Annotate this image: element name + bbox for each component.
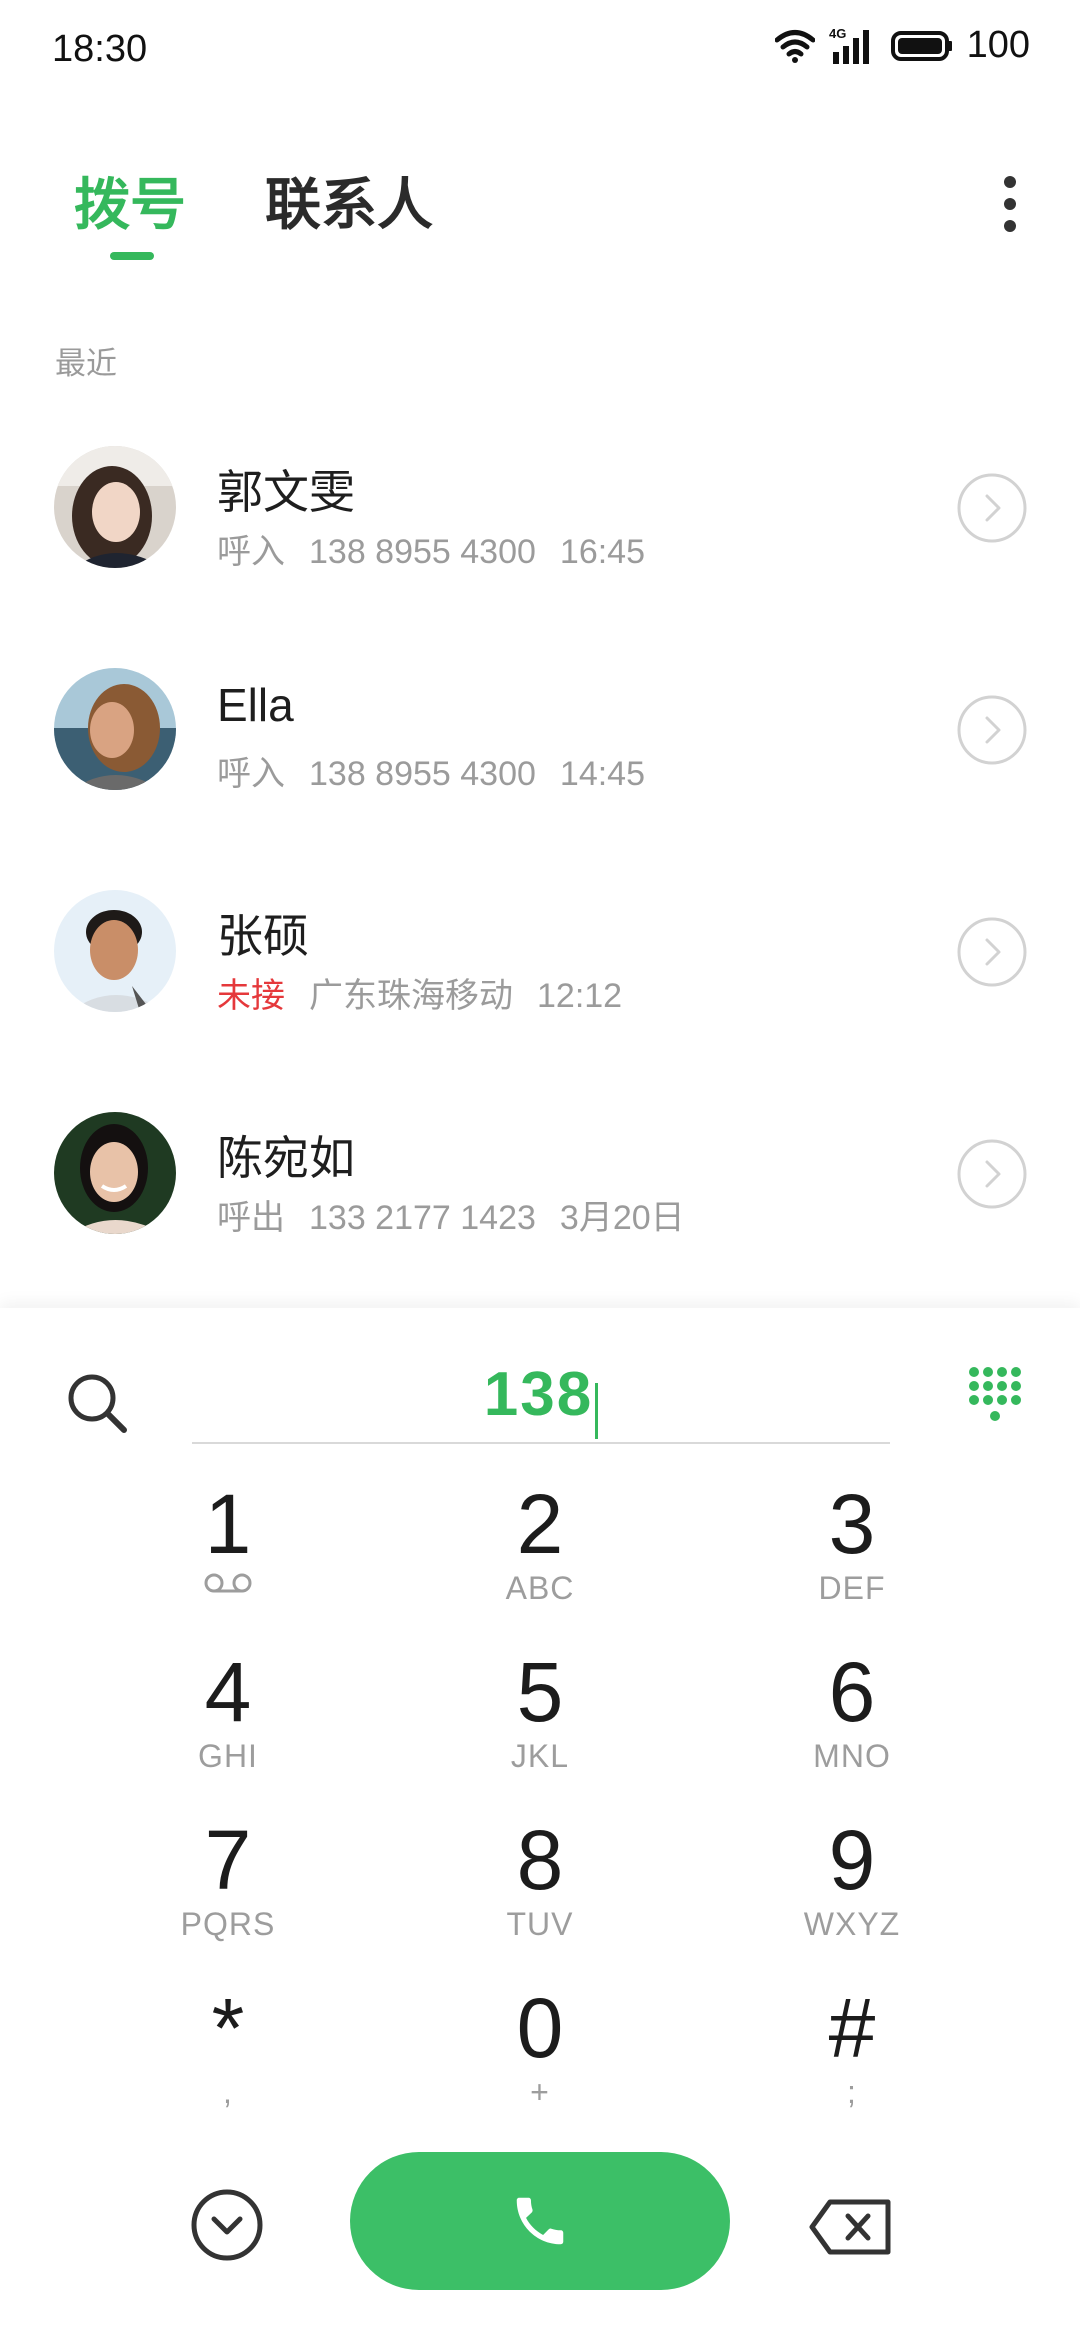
avatar	[54, 668, 176, 790]
key-hash[interactable]: # ;	[757, 1980, 947, 2148]
contact-name: 陈宛如	[217, 1132, 355, 1184]
key-digit: 2	[516, 1477, 564, 1571]
key-9[interactable]: 9 WXYZ	[757, 1812, 947, 1980]
backspace-icon[interactable]	[808, 2198, 892, 2256]
network-type: 4G	[829, 26, 846, 41]
avatar	[54, 1112, 176, 1234]
collapse-icon[interactable]	[190, 2188, 264, 2262]
call-detail: 138 8955 4300	[309, 755, 536, 793]
contact-name: Ella	[217, 679, 294, 731]
more-vert-icon	[1004, 176, 1016, 232]
key-0[interactable]: 0 +	[445, 1980, 635, 2148]
key-digit: *	[211, 1981, 245, 2075]
status-icons: 4G 100	[774, 24, 1030, 67]
wifi-icon	[774, 29, 815, 63]
key-digit: 9	[828, 1813, 876, 1907]
chevron-right-circle-icon[interactable]	[956, 472, 1028, 544]
key-letters: ,	[223, 2074, 233, 2110]
key-7[interactable]: 7 PQRS	[133, 1812, 323, 1980]
more-button[interactable]	[980, 164, 1040, 244]
call-type: 呼出	[217, 1199, 285, 1237]
dial-number-input[interactable]: 138	[192, 1350, 890, 1444]
key-digit: 7	[204, 1813, 252, 1907]
status-time: 18:30	[52, 28, 148, 70]
key-3[interactable]: 3 DEF	[757, 1476, 947, 1644]
call-type: 呼入	[217, 755, 285, 793]
key-letters: TUV	[506, 1906, 574, 1942]
recent-call-item[interactable]: 张硕 未接 广东珠海移动 12:12	[0, 864, 1080, 1086]
text-caret	[595, 1382, 599, 1439]
key-digit: 6	[828, 1645, 876, 1739]
key-4[interactable]: 4 GHI	[133, 1644, 323, 1812]
top-tabs: 拨号 联系人	[0, 150, 1080, 270]
recent-calls-list: 郭文雯 呼入 138 8955 4300 16:45 Ella 呼入 138 8955…	[0, 420, 1080, 1308]
tab-indicator	[110, 252, 154, 260]
call-detail: 133 2177 1423	[309, 1199, 536, 1237]
signal-icon: 4G	[829, 26, 869, 64]
call-type-missed: 未接	[217, 977, 285, 1015]
key-digit: 0	[516, 1981, 564, 2075]
key-letters: JKL	[510, 1738, 570, 1774]
battery-icon	[890, 30, 952, 61]
key-digit: 8	[516, 1813, 564, 1907]
chevron-right-circle-icon[interactable]	[956, 1138, 1028, 1210]
avatar	[54, 890, 176, 1012]
phone-icon	[516, 2197, 564, 2245]
key-digit: 1	[204, 1477, 252, 1571]
key-8[interactable]: 8 TUV	[445, 1798, 635, 1984]
recent-call-item[interactable]: 郭文雯 呼入 138 8955 4300 16:45	[0, 420, 1080, 642]
call-info: 呼入 138 8955 4300 16:45	[217, 524, 669, 573]
dialpad-icon[interactable]	[966, 1364, 1022, 1424]
dial-number: 138	[483, 1360, 594, 1429]
chevron-right-circle-icon[interactable]	[956, 694, 1028, 766]
call-time: 3月20日	[559, 1199, 685, 1237]
key-letters: WXYZ	[803, 1906, 901, 1942]
tab-dial[interactable]: 拨号	[74, 160, 186, 241]
call-time: 12:12	[537, 977, 623, 1015]
key-letters: PQRS	[180, 1906, 276, 1942]
key-letters: DEF	[818, 1570, 886, 1606]
battery-level: 100	[966, 24, 1030, 66]
search-icon[interactable]	[62, 1368, 132, 1438]
chevron-right-circle-icon[interactable]	[956, 916, 1028, 988]
status-bar: 18:30 4G 100	[0, 0, 1080, 100]
key-letters: ;	[847, 2074, 857, 2110]
avatar	[54, 446, 176, 568]
dialer-panel: 138 1 2 ABC 3 DEF 4 GHI 5 JKL 6 MNO 7 PQ…	[0, 1308, 1080, 2340]
key-letters: MNO	[813, 1738, 891, 1774]
key-letters: GHI	[198, 1738, 258, 1774]
key-5[interactable]: 5 JKL	[445, 1644, 635, 1812]
call-time: 16:45	[559, 533, 645, 571]
key-star[interactable]: * ,	[133, 1980, 323, 2148]
key-digit: 4	[204, 1645, 252, 1739]
recent-call-item[interactable]: Ella 呼入 138 8955 4300 14:45	[0, 642, 1080, 864]
call-type: 呼入	[217, 533, 285, 571]
call-time: 14:45	[559, 755, 645, 793]
key-1[interactable]: 1	[133, 1476, 323, 1644]
key-letters: ABC	[505, 1570, 575, 1606]
key-2[interactable]: 2 ABC	[445, 1476, 635, 1644]
call-detail: 广东珠海移动	[309, 977, 513, 1015]
contact-name: 郭文雯	[217, 466, 355, 518]
call-info: 未接 广东珠海移动 12:12	[217, 968, 646, 1017]
call-button[interactable]	[350, 2152, 730, 2290]
call-detail: 138 8955 4300	[309, 533, 536, 571]
key-digit: 3	[828, 1477, 876, 1571]
key-digit: #	[828, 1981, 876, 2075]
key-digit: 5	[516, 1645, 564, 1739]
call-info: 呼出 133 2177 1423 3月20日	[217, 1190, 709, 1239]
key-6[interactable]: 6 MNO	[757, 1644, 947, 1812]
recent-call-item[interactable]: 陈宛如 呼出 133 2177 1423 3月20日	[0, 1086, 1080, 1308]
voicemail-icon	[204, 1573, 252, 1593]
call-info: 呼入 138 8955 4300 14:45	[217, 746, 669, 795]
key-letters: +	[530, 2074, 550, 2110]
contact-name: 张硕	[217, 910, 309, 962]
tab-contacts[interactable]: 联系人	[265, 160, 433, 241]
recent-section-title: 最近	[55, 346, 117, 381]
